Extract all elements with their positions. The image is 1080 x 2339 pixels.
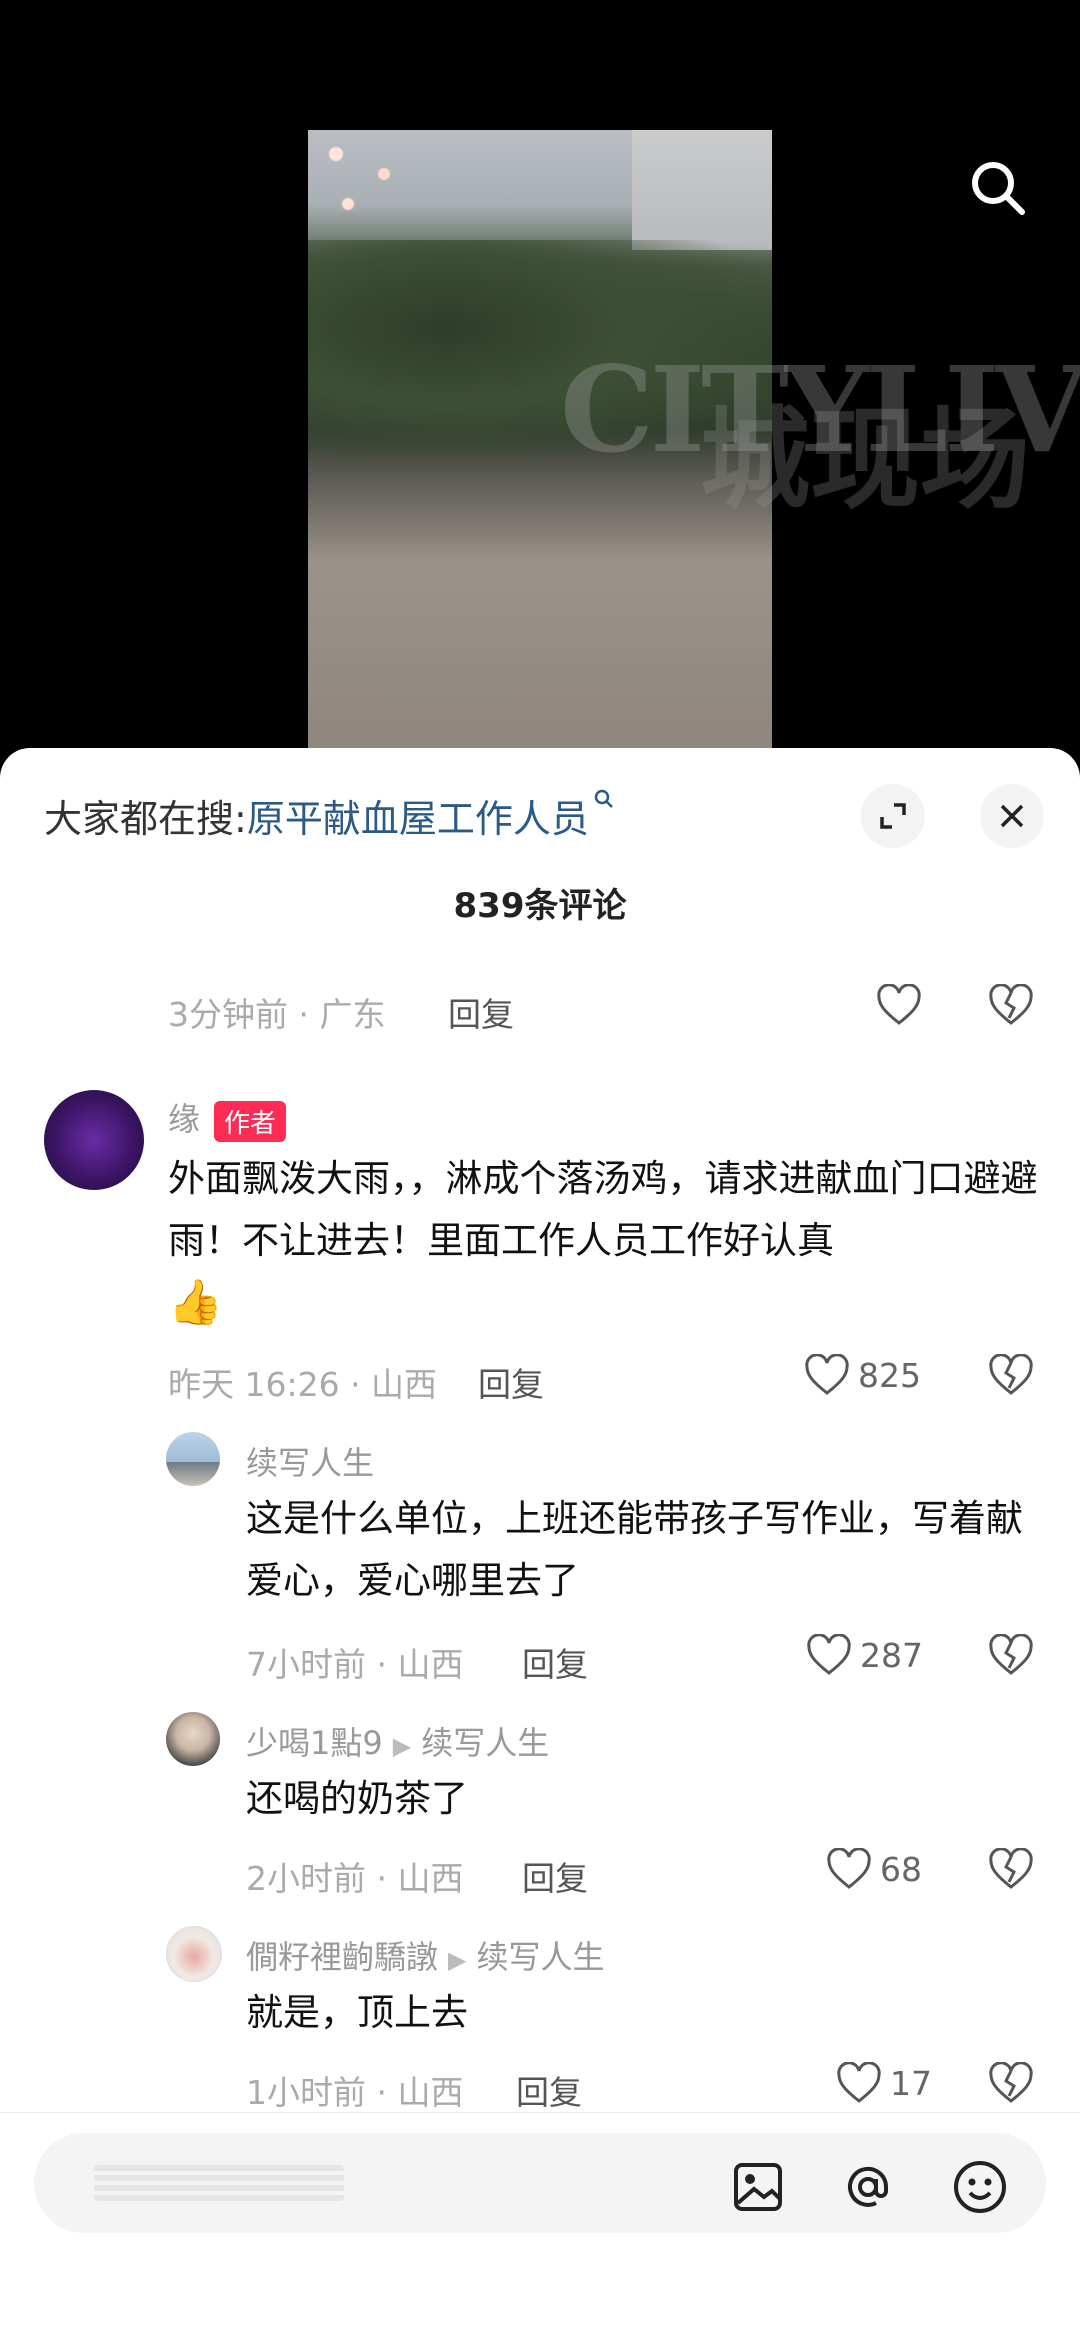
close-button[interactable] bbox=[980, 784, 1044, 848]
expand-icon bbox=[880, 803, 906, 829]
broken-heart-icon bbox=[989, 1353, 1033, 1395]
reply-button[interactable]: 回复 bbox=[516, 2066, 582, 2114]
dislike-button[interactable] bbox=[988, 2061, 1034, 2108]
reply-text: 就是，顶上去 bbox=[246, 1991, 468, 2034]
comment-text: 外面飘泼大雨，，淋成个落汤鸡，请求进献血门口避避雨！不让进去！里面工作人员工作好… bbox=[168, 1148, 1038, 1336]
hot-search-prefix: 大家都在搜: bbox=[44, 797, 247, 841]
like-button[interactable]: 287 bbox=[806, 1634, 923, 1676]
reply-button[interactable]: 回复 bbox=[522, 1852, 588, 1900]
reply-text: 还喝的奶茶了 bbox=[246, 1777, 468, 1820]
video-lights bbox=[312, 134, 432, 234]
broken-heart-icon bbox=[989, 1847, 1033, 1889]
like-count: 68 bbox=[880, 1849, 922, 1889]
close-icon bbox=[1000, 804, 1024, 828]
avatar[interactable] bbox=[166, 1432, 220, 1486]
reply-arrow-icon: ▶ bbox=[392, 1732, 412, 1760]
reply-button[interactable]: 回复 bbox=[448, 988, 514, 1036]
broken-heart-icon bbox=[989, 983, 1033, 1025]
mention-icon[interactable] bbox=[838, 2157, 898, 2217]
dislike-button[interactable] bbox=[988, 1633, 1034, 1680]
heart-icon bbox=[877, 984, 921, 1025]
comment-author[interactable]: 缘作者 bbox=[168, 1094, 287, 1142]
dislike-button[interactable] bbox=[988, 1353, 1034, 1400]
comment-text-body: 外面飘泼大雨，，淋成个落汤鸡，请求进献血门口避避雨！不让进去！里面工作人员工作好… bbox=[168, 1157, 1038, 1262]
comment-count: 839条评论 bbox=[453, 886, 627, 926]
reply-author-name[interactable]: 少喝1點9 bbox=[246, 1724, 383, 1762]
broken-heart-icon bbox=[989, 1633, 1033, 1675]
reply-to-name[interactable]: 续写人生 bbox=[421, 1724, 549, 1762]
like-button[interactable]: 17 bbox=[836, 2062, 932, 2104]
reply-author[interactable]: 续写人生 bbox=[246, 1438, 374, 1484]
search-icon[interactable] bbox=[968, 158, 1028, 218]
reply-button[interactable]: 回复 bbox=[478, 1358, 544, 1406]
reply-text: 这是什么单位，上班还能带孩子写作业，写着献爱心，爱心哪里去了 bbox=[246, 1497, 1023, 1602]
reply-author-name[interactable]: 僴籽裡齣驕譈 bbox=[246, 1938, 438, 1976]
expand-button[interactable] bbox=[861, 784, 925, 848]
reply-arrow-icon: ▶ bbox=[448, 1946, 467, 1974]
comment-input-bar bbox=[0, 2112, 1080, 2339]
comment-sheet: 大家都在搜:原平献血屋工作人员 839条评论 3分钟前 · 广东 回复 缘作者 … bbox=[0, 748, 1080, 2338]
avatar[interactable] bbox=[44, 1090, 144, 1190]
dislike-button[interactable] bbox=[988, 1847, 1034, 1894]
input-placeholder bbox=[94, 2165, 344, 2201]
like-count: 287 bbox=[860, 1635, 923, 1675]
heart-icon bbox=[837, 2062, 881, 2103]
author-name[interactable]: 缘 bbox=[168, 1100, 200, 1138]
like-count: 17 bbox=[890, 2063, 932, 2103]
reply-to-name[interactable]: 续写人生 bbox=[476, 1938, 604, 1976]
comment-meta: 昨天 16:26 · 山西 bbox=[168, 1365, 438, 1404]
emoji-icon[interactable] bbox=[950, 2157, 1010, 2217]
avatar[interactable] bbox=[166, 1712, 220, 1766]
avatar[interactable] bbox=[166, 1926, 222, 1982]
hot-search-keyword[interactable]: 原平献血屋工作人员 bbox=[247, 797, 589, 841]
like-button[interactable]: 825 bbox=[804, 1354, 921, 1396]
heart-icon bbox=[827, 1848, 871, 1889]
dislike-button[interactable] bbox=[988, 983, 1034, 1030]
author-badge: 作者 bbox=[214, 1100, 287, 1142]
small-search-icon bbox=[589, 789, 615, 841]
image-icon[interactable] bbox=[728, 2157, 788, 2217]
hot-search[interactable]: 大家都在搜:原平献血屋工作人员 bbox=[44, 788, 615, 843]
heart-icon bbox=[807, 1634, 851, 1675]
watermark: CITYLIVE bbox=[560, 340, 1080, 479]
comment-meta: 3分钟前 · 广东 bbox=[168, 995, 386, 1034]
heart-icon bbox=[805, 1354, 849, 1395]
video-player[interactable]: 城现场 CITYLIVE bbox=[0, 0, 1080, 760]
reply-author[interactable]: 少喝1點9 ▶ 续写人生 bbox=[246, 1718, 549, 1764]
broken-heart-icon bbox=[989, 2061, 1033, 2103]
like-button[interactable]: 68 bbox=[826, 1848, 922, 1890]
like-button[interactable] bbox=[876, 984, 922, 1026]
thumbs-up-emoji: 👍 bbox=[168, 1277, 223, 1328]
like-count: 825 bbox=[858, 1355, 921, 1395]
reply-author[interactable]: 僴籽裡齣驕譈 ▶ 续写人生 bbox=[246, 1932, 605, 1978]
reply-meta: 2小时前 · 山西 bbox=[246, 1859, 464, 1898]
video-building bbox=[632, 130, 772, 250]
reply-meta: 7小时前 · 山西 bbox=[246, 1645, 464, 1684]
reply-button[interactable]: 回复 bbox=[522, 1638, 588, 1686]
reply-meta: 1小时前 · 山西 bbox=[246, 2073, 464, 2112]
